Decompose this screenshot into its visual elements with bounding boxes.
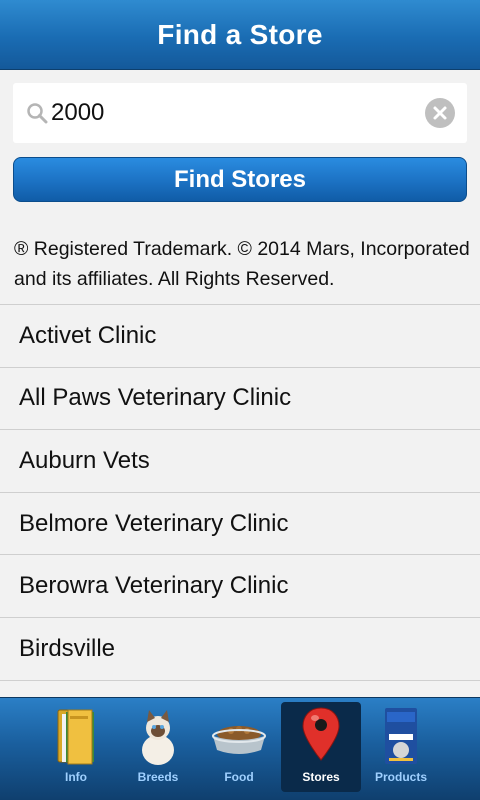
tab-breeds[interactable]: Breeds	[118, 702, 198, 792]
tab-info[interactable]: Info	[36, 702, 116, 792]
tab-label: Products	[374, 770, 427, 784]
header-bar: Find a Store	[0, 0, 480, 70]
list-item[interactable]: Belmore Veterinary Clinic	[0, 492, 480, 556]
list-item[interactable]: Auburn Vets	[0, 430, 480, 493]
list-item[interactable]: Activet Clinic	[0, 305, 480, 368]
trademark-notice: ® Registered Trademark. © 2014 Mars, Inc…	[14, 238, 470, 290]
list-item[interactable]: Berowra Veterinary Clinic	[0, 555, 480, 618]
cat-icon	[142, 710, 174, 765]
folder-icon	[57, 709, 94, 765]
list-item[interactable]: All Paws Veterinary Clinic	[0, 367, 480, 431]
tab-label: Breeds	[137, 770, 179, 784]
map-pin-icon	[302, 707, 340, 761]
search-icon	[27, 103, 48, 124]
tab-label: Info	[65, 770, 87, 784]
tab-food[interactable]: Food	[199, 702, 279, 792]
food-bowl-icon	[212, 726, 266, 754]
product-bag-icon	[385, 708, 417, 764]
find-stores-button[interactable]: Find Stores	[13, 157, 467, 202]
list-item[interactable]: Birdsville	[0, 617, 480, 681]
tab-bar: Info Breeds Food Stores Products	[0, 697, 480, 800]
search-input[interactable]	[51, 91, 421, 135]
search-box[interactable]	[13, 83, 467, 143]
tab-label: Food	[224, 770, 254, 784]
clear-search-icon[interactable]	[425, 98, 455, 128]
tab-stores[interactable]: Stores	[281, 702, 361, 792]
tab-products[interactable]: Products	[361, 702, 441, 792]
page-title: Find a Store	[157, 18, 323, 50]
tab-label: Stores	[302, 770, 340, 784]
store-list: Activet Clinic All Paws Veterinary Clini…	[0, 304, 480, 697]
